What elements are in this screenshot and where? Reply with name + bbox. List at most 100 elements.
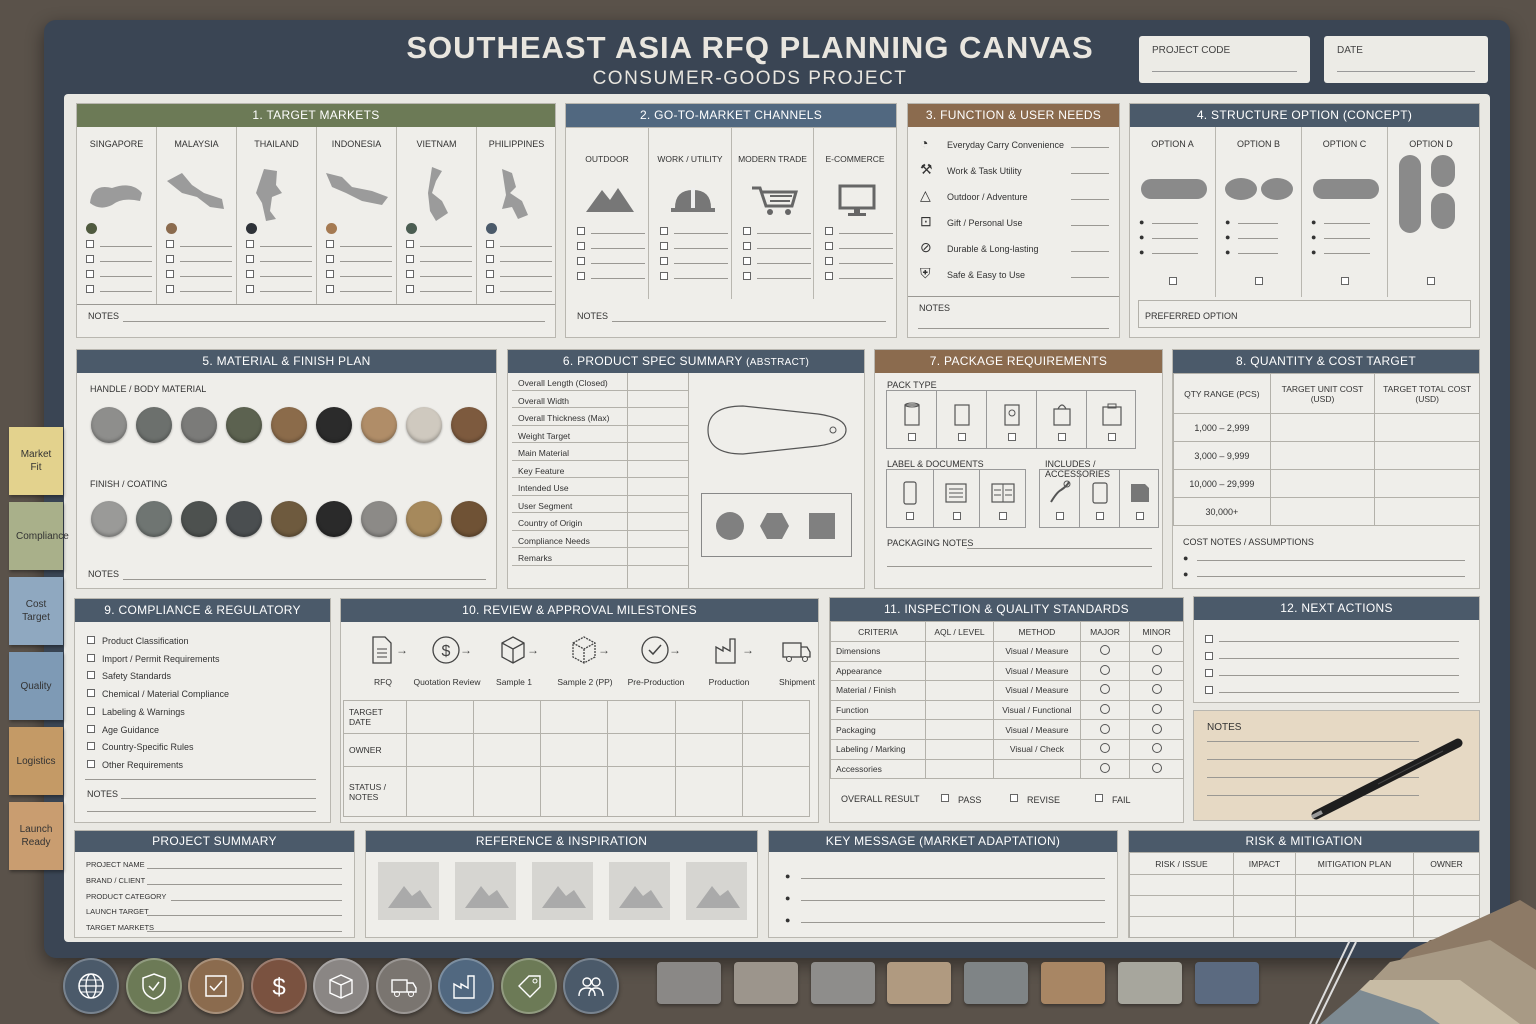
major-radio[interactable]	[1100, 762, 1111, 773]
milestone-cell[interactable]	[405, 733, 475, 767]
material-swatch[interactable]	[316, 407, 352, 443]
package-checkbox[interactable]	[952, 512, 961, 520]
channel-checkbox[interactable]	[743, 257, 751, 265]
truck-icon[interactable]	[375, 958, 432, 1014]
market-checkbox[interactable]	[406, 270, 414, 278]
checklist-icon[interactable]	[188, 958, 244, 1014]
market-checkbox[interactable]	[486, 270, 494, 278]
summary-field-line[interactable]	[171, 899, 342, 901]
color-chip[interactable]	[810, 962, 875, 1004]
reference-image[interactable]	[455, 862, 516, 920]
compliance-checkbox[interactable]	[87, 742, 95, 751]
risk-cell[interactable]	[1129, 916, 1234, 938]
milestone-cell[interactable]	[741, 733, 811, 767]
option-checkbox[interactable]	[1169, 277, 1177, 285]
risk-cell[interactable]	[1295, 874, 1414, 896]
option-checkbox[interactable]	[1427, 277, 1435, 285]
market-checkbox[interactable]	[326, 255, 334, 263]
side-tab[interactable]: Logistics	[9, 727, 63, 795]
summary-field-line[interactable]	[147, 915, 342, 917]
unit-cost-cell[interactable]	[1269, 441, 1376, 470]
compliance-checkbox[interactable]	[87, 724, 95, 733]
aql-cell[interactable]	[924, 758, 995, 780]
aql-cell[interactable]	[924, 719, 995, 740]
channel-checkbox[interactable]	[577, 257, 585, 265]
package-checkbox[interactable]	[999, 512, 1008, 520]
market-checkbox[interactable]	[486, 285, 494, 293]
milestone-cell[interactable]	[607, 700, 676, 734]
package-checkbox[interactable]	[908, 433, 916, 441]
package-checkbox[interactable]	[906, 512, 915, 520]
color-chip[interactable]	[657, 962, 721, 1004]
channel-checkbox[interactable]	[660, 227, 668, 235]
channel-checkbox[interactable]	[743, 227, 751, 235]
risk-cell[interactable]	[1129, 895, 1234, 917]
unit-cost-cell[interactable]	[1269, 497, 1376, 526]
finish-swatch[interactable]	[316, 501, 352, 537]
total-cost-cell[interactable]	[1374, 469, 1480, 498]
finish-swatch[interactable]	[271, 501, 307, 537]
side-tab[interactable]: Market Fit	[9, 427, 63, 495]
aql-cell[interactable]	[924, 680, 995, 701]
aql-cell[interactable]	[924, 699, 995, 721]
summary-field-line[interactable]	[147, 883, 342, 885]
reference-image[interactable]	[378, 862, 439, 920]
unit-cost-cell[interactable]	[1269, 413, 1376, 442]
total-cost-cell[interactable]	[1374, 497, 1480, 526]
channel-checkbox[interactable]	[743, 242, 751, 250]
package-checkbox[interactable]	[958, 433, 966, 441]
minor-radio[interactable]	[1151, 704, 1162, 715]
market-checkbox[interactable]	[406, 240, 414, 248]
aql-cell[interactable]	[924, 641, 995, 662]
market-checkbox[interactable]	[326, 270, 334, 278]
material-swatch[interactable]	[91, 407, 127, 443]
finish-swatch[interactable]	[181, 501, 217, 537]
material-swatch[interactable]	[181, 407, 217, 443]
next-action-checkbox[interactable]	[1205, 686, 1213, 694]
next-action-checkbox[interactable]	[1205, 635, 1213, 643]
package-checkbox[interactable]	[1136, 512, 1144, 520]
package-checkbox[interactable]	[1096, 512, 1104, 520]
finish-swatch[interactable]	[91, 501, 127, 537]
market-checkbox[interactable]	[166, 255, 174, 263]
market-checkbox[interactable]	[86, 240, 94, 248]
result-checkbox[interactable]	[941, 794, 949, 802]
material-swatch[interactable]	[136, 407, 172, 443]
total-cost-cell[interactable]	[1374, 413, 1480, 442]
material-swatch[interactable]	[406, 407, 442, 443]
color-chip[interactable]	[1194, 962, 1259, 1004]
major-radio[interactable]	[1100, 645, 1111, 656]
package-checkbox[interactable]	[1108, 433, 1116, 441]
material-swatch[interactable]	[226, 407, 262, 443]
material-swatch[interactable]	[361, 407, 397, 443]
market-checkbox[interactable]	[406, 255, 414, 263]
milestone-cell[interactable]	[607, 766, 676, 817]
unit-cost-cell[interactable]	[1269, 469, 1376, 498]
tag-icon[interactable]	[500, 958, 557, 1014]
market-checkbox[interactable]	[166, 285, 174, 293]
channel-checkbox[interactable]	[825, 227, 833, 235]
material-swatch[interactable]	[271, 407, 307, 443]
market-checkbox[interactable]	[166, 270, 174, 278]
side-tab[interactable]: Cost Target	[9, 577, 63, 645]
market-checkbox[interactable]	[86, 270, 94, 278]
globe-icon[interactable]	[63, 958, 119, 1014]
market-checkbox[interactable]	[246, 240, 254, 248]
milestone-cell[interactable]	[607, 733, 676, 767]
milestone-cell[interactable]	[405, 766, 475, 817]
major-radio[interactable]	[1100, 704, 1111, 715]
major-radio[interactable]	[1100, 723, 1111, 734]
milestone-cell[interactable]	[540, 766, 609, 817]
milestone-cell[interactable]	[540, 700, 609, 734]
users-icon[interactable]	[563, 958, 619, 1014]
minor-radio[interactable]	[1151, 743, 1162, 754]
channel-checkbox[interactable]	[660, 242, 668, 250]
side-tab[interactable]: Compliance	[9, 502, 69, 570]
compliance-checkbox[interactable]	[87, 653, 95, 662]
milestone-cell[interactable]	[674, 733, 743, 767]
aql-cell[interactable]	[924, 660, 995, 682]
market-checkbox[interactable]	[326, 285, 334, 293]
next-action-checkbox[interactable]	[1205, 669, 1213, 677]
risk-cell[interactable]	[1233, 874, 1296, 896]
channel-checkbox[interactable]	[825, 272, 833, 280]
